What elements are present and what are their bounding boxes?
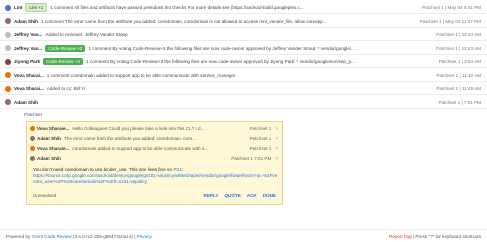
- ps1-link[interactable]: PS1: [173, 167, 182, 172]
- comment-preview: The error came from the attribute you ad…: [64, 136, 197, 141]
- message-author: Adam Shih: [14, 99, 38, 105]
- version-text: (3.4.0-rc2-325-g8547310a14) |: [71, 233, 137, 239]
- comment-meta: Patchset 1: [249, 126, 272, 131]
- message-row[interactable]: Adam Shih Patchset 1 | 7:01 PM: [0, 97, 487, 109]
- message-author: Vova Sharai...: [14, 72, 44, 78]
- reply-button[interactable]: REPLY: [204, 193, 219, 198]
- avatar: [5, 31, 11, 38]
- comment-meta: Patchset 1: [249, 136, 272, 141]
- message-summary: 1 comment The error came from the attrib…: [41, 18, 327, 24]
- comment-author: Vova Sharaie...: [37, 126, 70, 131]
- thread-comment[interactable]: Vova Sharaie... Hello Colleagues Could yo…: [27, 124, 282, 133]
- comment-author: Adam Shih: [37, 136, 61, 141]
- comment-author: Vova Sharaie...: [37, 146, 70, 151]
- footer-left: Powered by Gerrit Code Review (3.4.0-rc2…: [6, 234, 152, 239]
- footer-right: Report bug | Press "?" for keyboard shor…: [389, 234, 481, 239]
- message-summary: 1 comment By voting Code-Review+2 the fo…: [86, 59, 355, 64]
- message-author: Jeffrey Van...: [14, 32, 43, 37]
- message-row[interactable]: Adam Shih 1 comment The error came from t…: [0, 16, 487, 28]
- chevron-down-icon[interactable]: ˅: [275, 136, 278, 141]
- message-meta: Patchset 1 | 12:43 AM: [436, 32, 481, 37]
- message-row[interactable]: Vova Sharai... Added to cc: Bill Yi Patchs…: [0, 83, 487, 95]
- comment-author: Adam Shih: [37, 156, 61, 161]
- avatar: [5, 4, 11, 11]
- avatar: [5, 45, 11, 51]
- thread-comment[interactable]: Vova Sharaie... coredomain added to suppo…: [27, 144, 282, 153]
- message-meta: Patchset 1 | 3:54 AM: [438, 59, 481, 64]
- avatar: [5, 58, 11, 65]
- message-author: Adam Shih: [14, 18, 38, 24]
- avatar: [30, 146, 35, 151]
- chevron-down-icon[interactable]: ˅: [275, 156, 278, 161]
- message-row[interactable]: Jeffrey Van... Added to reviewer: Jeffrey…: [0, 29, 487, 41]
- vote-tag: Code-Review +2: [43, 58, 84, 65]
- colon: :: [182, 167, 184, 172]
- message-row[interactable]: Jeffrey Van... Code-Review +2 1 comment By…: [0, 43, 487, 55]
- vote-tag: Lint +1: [25, 3, 48, 12]
- message-meta: Patchset 1 | 11:49 AM: [436, 86, 481, 91]
- message-summary: 1 comment All files and artifacts have p…: [50, 5, 304, 10]
- chevron-down-icon[interactable]: ˅: [275, 146, 278, 151]
- comment-text: You don't need coredomain to use binder_…: [33, 167, 174, 172]
- patchset-label: Patchset: [24, 112, 42, 117]
- avatar: [5, 72, 11, 78]
- message-row[interactable]: Vova Sharai... 1 comment coredomain added…: [0, 70, 487, 82]
- message-meta: Patchset 1 | 12:43 AM: [436, 45, 481, 51]
- message-row[interactable]: Lint Lint +1 1 comment All files and artif…: [0, 2, 487, 14]
- message-meta: Patchset 1 | May 04 6:41 PM: [422, 5, 481, 10]
- ack-button[interactable]: ACK: [247, 193, 257, 198]
- privacy-link[interactable]: Privacy: [137, 234, 152, 239]
- message-meta: Patchset 1 | 11:10 AM: [436, 72, 481, 78]
- vote-tag: Code-Review +2: [45, 44, 86, 52]
- message-summary: Added to cc: Bill Yi: [46, 86, 85, 91]
- comment-meta: Patchset 1 7:01 PM: [231, 156, 272, 161]
- message-author: Lint: [14, 5, 23, 10]
- avatar: [5, 85, 11, 92]
- avatar: [30, 136, 35, 141]
- avatar: [30, 126, 35, 131]
- report-bug-link[interactable]: Report bug: [389, 234, 412, 239]
- comment-body: You don't need coredomain to use binder_…: [33, 167, 278, 185]
- powered-text: Powered by: [6, 233, 32, 239]
- thread-comment[interactable]: Adam Shih The error came from the attribu…: [27, 134, 282, 143]
- source-link[interactable]: https://source.corp.google.com/android/d…: [33, 173, 277, 184]
- expanded-message: Patchset Vova Sharaie... Hello Colleagues…: [0, 110, 487, 205]
- comment-preview: coredomain added to support app to be ab…: [72, 146, 208, 151]
- quote-button[interactable]: QUOTE: [224, 193, 240, 198]
- avatar: [30, 156, 35, 161]
- message-meta: Patchset 1 | May 04 11:47 PM: [419, 18, 481, 24]
- message-summary: Added to reviewer: Jeffrey Vander Stoep: [45, 32, 128, 37]
- done-button[interactable]: DONE: [263, 193, 276, 198]
- thread-comment[interactable]: Adam Shih Patchset 1 7:01 PM ˅: [27, 154, 282, 163]
- gerrit-link[interactable]: Gerrit Code Review: [32, 234, 72, 239]
- message-summary: 1 comment By voting Code-Review+2 the fo…: [88, 45, 355, 51]
- avatar: [5, 99, 11, 105]
- message-author: Jeffrey Van...: [14, 45, 43, 51]
- message-row[interactable]: Jiyong Park Code-Review +2 1 comment By vo…: [0, 56, 487, 68]
- message-summary: 1 comment coredomain added to support ap…: [46, 72, 236, 78]
- comment-actions: REPLY QUOTE ACK DONE: [204, 193, 276, 198]
- unresolved-label: Unresolved: [33, 193, 57, 198]
- shortcut-hint: | Press "?" for keyboard shortcuts: [411, 233, 481, 239]
- avatar: [5, 18, 11, 24]
- message-meta: Patchset 1 | 7:01 PM: [438, 99, 481, 105]
- message-author: Jiyong Park: [14, 59, 41, 64]
- comment-meta: Patchset 1: [249, 146, 272, 151]
- message-author: Vova Sharai...: [14, 86, 44, 91]
- comment-preview: Hello Colleagues Could you please take a…: [72, 126, 205, 131]
- comment-thread: Vova Sharaie... Hello Colleagues Could yo…: [26, 121, 283, 205]
- chevron-down-icon[interactable]: ˅: [275, 126, 278, 131]
- footer: Powered by Gerrit Code Review (3.4.0-rc2…: [0, 229, 487, 242]
